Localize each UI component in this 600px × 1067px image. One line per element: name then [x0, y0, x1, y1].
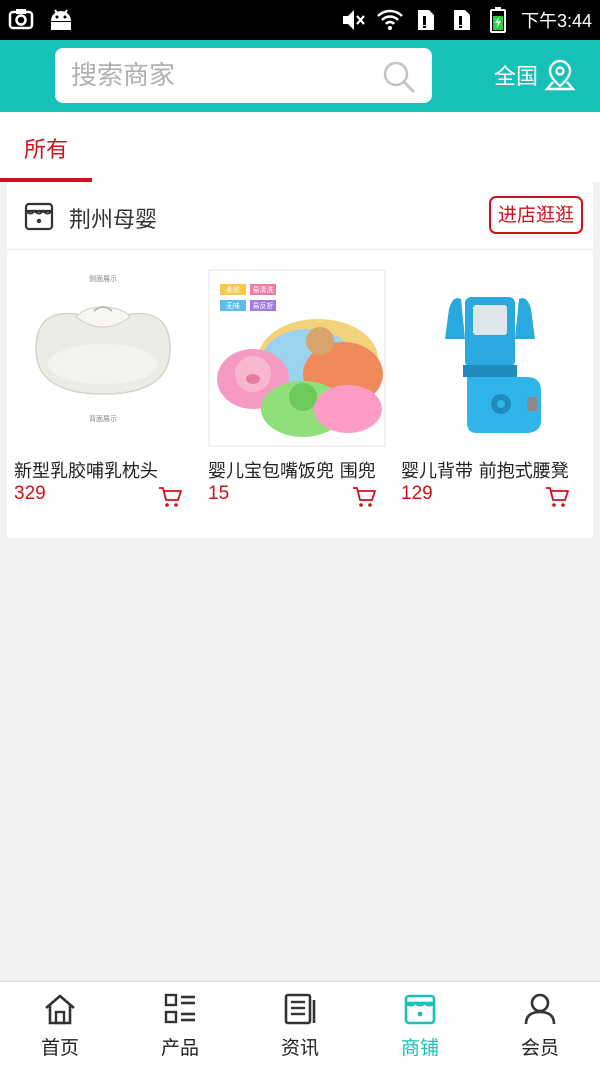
- product-price: 329: [14, 483, 46, 504]
- cart-icon[interactable]: [352, 486, 376, 508]
- nav-item-news[interactable]: 资讯: [240, 982, 360, 1067]
- sim-icon: [449, 7, 475, 33]
- image-tag: 柔软: [226, 285, 240, 294]
- android-icon: [48, 6, 74, 32]
- image-tag: 无味: [226, 301, 240, 310]
- image-tag: 易反折: [253, 301, 274, 310]
- header: 全国: [0, 40, 600, 112]
- nav-label: 首页: [40, 1037, 79, 1059]
- category-tabs: 所有: [0, 112, 600, 182]
- image-tag: 易清洗: [253, 285, 274, 294]
- shop-icon: [404, 994, 436, 1025]
- nav-item-member[interactable]: 会员: [480, 982, 600, 1067]
- shop-header[interactable]: 荆州母婴 进店逛逛: [7, 182, 593, 250]
- image-caption-bottom: 背面展示: [89, 414, 117, 423]
- product-list: 侧面展示 背面展示 新型乳胶哺乳枕头 329 柔软 易清洗 无味 易反折 婴儿宝…: [7, 269, 593, 519]
- tab-all[interactable]: 所有: [0, 112, 92, 182]
- shop-card: 荆州母婴 进店逛逛 侧面展示 背面展示 新型乳胶哺乳枕头 329 柔软 易清洗 …: [7, 182, 593, 538]
- enter-shop-button[interactable]: 进店逛逛: [488, 196, 583, 234]
- region-selector[interactable]: 全国: [494, 54, 576, 96]
- home-icon: [45, 994, 75, 1025]
- nav-item-products[interactable]: 产品: [120, 982, 240, 1067]
- product-price: 15: [208, 483, 230, 504]
- status-time: 下午3:44: [520, 11, 592, 31]
- nav-item-shops[interactable]: 商铺: [360, 982, 480, 1067]
- search-box[interactable]: [55, 48, 432, 103]
- product-image[interactable]: 柔软 易清洗 无味 易反折: [208, 269, 386, 447]
- region-label: 全国: [494, 65, 539, 90]
- shop-name: 荆州母婴: [69, 208, 158, 233]
- store-icon: [24, 202, 54, 231]
- nav-label: 资讯: [280, 1037, 319, 1059]
- product-card[interactable]: 柔软 易清洗 无味 易反折 婴儿宝包嘴饭兜 围兜 15: [208, 269, 388, 519]
- user-icon: [524, 993, 556, 1025]
- tab-label: 所有: [23, 138, 68, 163]
- wifi-icon: [377, 7, 403, 33]
- status-bar: 下午3:44: [0, 0, 600, 40]
- bottom-nav: 首页 产品 资讯 商铺 会员: [0, 981, 600, 1067]
- news-icon: [284, 993, 316, 1025]
- product-card[interactable]: 侧面展示 背面展示 新型乳胶哺乳枕头 329: [14, 269, 194, 519]
- product-image[interactable]: 侧面展示 背面展示: [14, 269, 192, 447]
- nav-label: 会员: [520, 1037, 559, 1059]
- product-image[interactable]: [401, 269, 579, 447]
- product-name: 婴儿背带 前抱式腰凳: [401, 461, 569, 482]
- product-card[interactable]: 婴儿背带 前抱式腰凳 129: [401, 269, 581, 519]
- product-name: 新型乳胶哺乳枕头: [14, 461, 158, 482]
- search-icon[interactable]: [382, 60, 416, 94]
- camera-icon: [8, 6, 34, 32]
- sim-icon: [413, 7, 439, 33]
- product-name: 婴儿宝包嘴饭兜 围兜: [208, 461, 376, 482]
- product-price: 129: [401, 483, 433, 504]
- search-input[interactable]: [71, 48, 371, 103]
- location-pin-icon: [544, 59, 576, 91]
- list-icon: [164, 993, 195, 1024]
- cart-icon[interactable]: [545, 486, 569, 508]
- cart-icon[interactable]: [158, 486, 182, 508]
- battery-icon: [485, 7, 511, 33]
- image-caption-top: 侧面展示: [89, 274, 117, 283]
- mute-icon: [341, 7, 367, 33]
- nav-label: 产品: [160, 1037, 199, 1059]
- nav-item-home[interactable]: 首页: [0, 982, 120, 1067]
- nav-label: 商铺: [400, 1037, 439, 1059]
